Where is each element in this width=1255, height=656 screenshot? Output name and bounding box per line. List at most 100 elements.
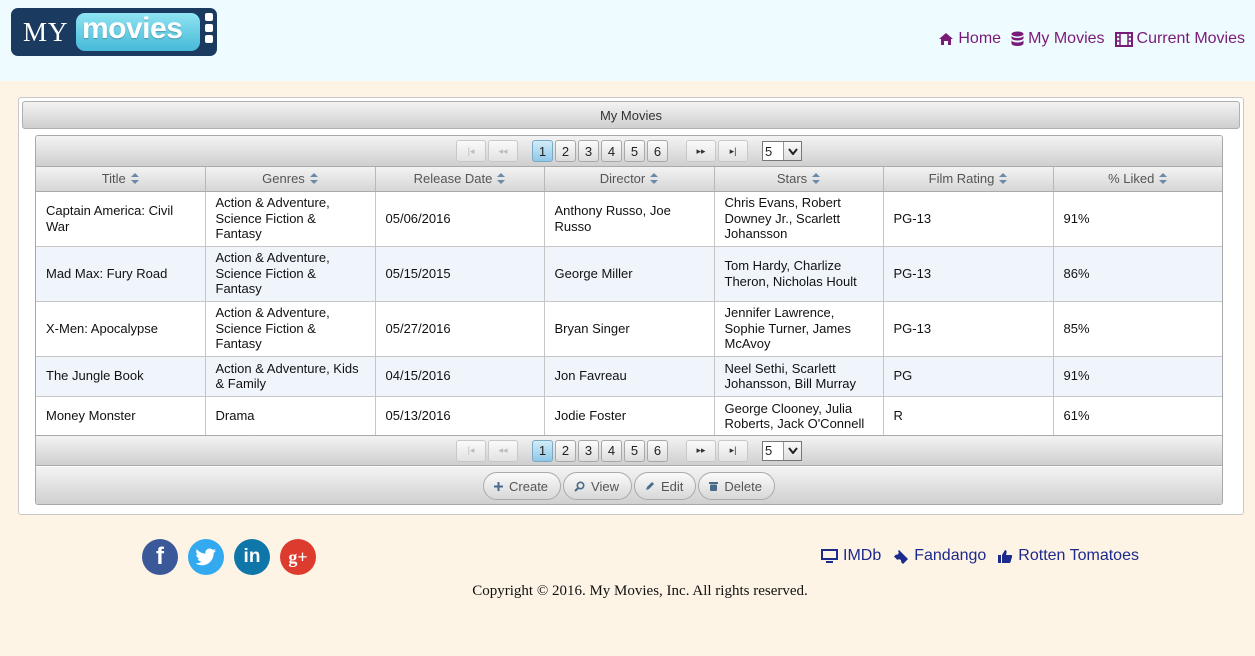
column-header-stars[interactable]: Stars: [714, 167, 884, 192]
page-button-1[interactable]: 1: [532, 140, 553, 162]
pencil-icon: [645, 481, 655, 491]
page-button-1[interactable]: 1: [532, 439, 553, 462]
footer-link-fandango[interactable]: Fandango: [893, 547, 986, 565]
movies-table: Title Genres Release Date Director Stars…: [36, 167, 1222, 437]
last-page-button[interactable]: ▸|: [718, 439, 748, 462]
delete-button[interactable]: Delete: [698, 472, 775, 500]
column-header-film-rating[interactable]: Film Rating: [883, 167, 1054, 192]
edit-button[interactable]: Edit: [634, 472, 697, 500]
footer-link-imdb-label: IMDb: [843, 547, 882, 564]
cell-title: The Jungle Book: [36, 356, 206, 397]
page-button-2[interactable]: 2: [555, 439, 576, 462]
sort-icon: [999, 172, 1008, 187]
action-toolbar: Create View Edit Delete: [36, 467, 1222, 504]
page-numbers: 1 2 3 4 5 6: [532, 439, 670, 462]
cell-director: Bryan Singer: [544, 301, 715, 357]
cell-genres: Drama: [205, 396, 376, 437]
cell-director: George Miller: [544, 246, 715, 302]
page-button-2[interactable]: 2: [555, 140, 576, 162]
table-row[interactable]: Mad Max: Fury Road Action & Adventure, S…: [36, 246, 1222, 302]
cell-genres: Action & Adventure, Science Fiction & Fa…: [205, 191, 376, 247]
next-page-button[interactable]: ▸▸: [686, 439, 716, 462]
create-label: Create: [509, 478, 549, 494]
cell-title: Mad Max: Fury Road: [36, 246, 206, 302]
footer-link-imdb[interactable]: IMDb: [821, 547, 881, 565]
nav-my-movies-label: My Movies: [1028, 30, 1105, 47]
next-page-button[interactable]: ▸▸: [686, 140, 716, 162]
cell-release-date: 05/06/2016: [375, 191, 545, 247]
pager-bottom: |◂ ◂◂ 1 2 3 4 5 6 ▸▸ ▸| 5: [36, 435, 1222, 466]
first-page-button[interactable]: |◂: [456, 140, 486, 162]
column-header-title[interactable]: Title: [36, 167, 206, 192]
chevron-down-icon: [783, 441, 801, 460]
nav-home[interactable]: Home: [938, 30, 1001, 48]
page-size-select[interactable]: 5: [762, 440, 802, 461]
create-button[interactable]: Create: [483, 472, 562, 500]
nav-current-movies[interactable]: Current Movies: [1114, 30, 1245, 48]
view-button[interactable]: View: [563, 472, 632, 500]
page-button-6[interactable]: 6: [647, 140, 668, 162]
cell-genres: Action & Adventure, Kids & Family: [205, 356, 376, 397]
sort-icon: [650, 172, 659, 187]
table-row[interactable]: The Jungle Book Action & Adventure, Kids…: [36, 356, 1222, 397]
cell-percent-liked: 86%: [1053, 246, 1222, 302]
cell-genres: Action & Adventure, Science Fiction & Fa…: [205, 246, 376, 302]
page-size-value: 5: [765, 443, 773, 458]
copyright: Copyright © 2016. My Movies, Inc. All ri…: [472, 583, 808, 599]
column-header-release-date[interactable]: Release Date: [375, 167, 545, 192]
table-row[interactable]: Captain America: Civil War Action & Adve…: [36, 191, 1222, 247]
page-size-select[interactable]: 5: [762, 141, 802, 161]
page-button-4[interactable]: 4: [601, 140, 622, 162]
chevron-down-icon: [783, 142, 801, 160]
prev-page-button[interactable]: ◂◂: [488, 439, 518, 462]
cell-stars: Neel Sethi, Scarlett Johansson, Bill Mur…: [714, 356, 884, 397]
page-button-5[interactable]: 5: [624, 140, 645, 162]
page-button-3[interactable]: 3: [578, 439, 599, 462]
prev-page-button[interactable]: ◂◂: [488, 140, 518, 162]
page-button-4[interactable]: 4: [601, 439, 622, 462]
cell-percent-liked: 91%: [1053, 356, 1222, 397]
page-button-6[interactable]: 6: [647, 439, 668, 462]
table-row[interactable]: X-Men: Apocalypse Action & Adventure, Sc…: [36, 301, 1222, 357]
movies-grid: |◂ ◂◂ 1 2 3 4 5 6 ▸▸ ▸| 5 Title Genres R…: [35, 135, 1223, 505]
plus-icon: [494, 481, 504, 491]
edit-label: Edit: [661, 478, 684, 494]
column-header-percent-liked[interactable]: % Liked: [1053, 167, 1222, 192]
my-movies-panel: My Movies |◂ ◂◂ 1 2 3 4 5 6 ▸▸ ▸| 5 Titl…: [18, 97, 1244, 515]
column-header-director[interactable]: Director: [544, 167, 715, 192]
table-header-row: Title Genres Release Date Director Stars…: [36, 167, 1222, 192]
column-header-genres[interactable]: Genres: [205, 167, 376, 192]
cell-stars: George Clooney, Julia Roberts, Jack O'Co…: [714, 396, 884, 437]
top-nav: Home My Movies Current Movies: [938, 30, 1245, 48]
page-numbers: 1 2 3 4 5 6: [532, 140, 670, 162]
sort-icon: [812, 172, 821, 187]
cell-release-date: 05/13/2016: [375, 396, 545, 437]
google-plus-icon[interactable]: g+: [280, 539, 316, 575]
cell-release-date: 05/27/2016: [375, 301, 545, 357]
cell-stars: Chris Evans, Robert Downey Jr., Scarlett…: [714, 191, 884, 247]
monitor-icon: [821, 549, 838, 563]
ticket-icon: [894, 549, 909, 564]
nav-my-movies[interactable]: My Movies: [1011, 30, 1105, 48]
twitter-icon[interactable]: [188, 539, 224, 575]
social-links: f in g+: [142, 539, 316, 575]
pager-top: |◂ ◂◂ 1 2 3 4 5 6 ▸▸ ▸| 5: [36, 136, 1222, 167]
search-icon: [574, 480, 585, 492]
logo[interactable]: MY movies: [11, 8, 217, 56]
linkedin-icon[interactable]: in: [234, 539, 270, 575]
footer-link-rotten-tomatoes[interactable]: Rotten Tomatoes: [998, 547, 1139, 565]
page-button-5[interactable]: 5: [624, 439, 645, 462]
table-row[interactable]: Money Monster Drama 05/13/2016 Jodie Fos…: [36, 396, 1222, 437]
page-button-3[interactable]: 3: [578, 140, 599, 162]
film-reel-icon: [205, 13, 213, 51]
cell-film-rating: PG-13: [883, 191, 1054, 247]
facebook-icon[interactable]: f: [142, 539, 178, 575]
last-page-button[interactable]: ▸|: [718, 140, 748, 162]
home-icon: [939, 33, 954, 45]
footer-link-fandango-label: Fandango: [914, 547, 987, 564]
sort-icon: [130, 172, 139, 187]
first-page-button[interactable]: |◂: [456, 439, 486, 462]
cell-film-rating: R: [883, 396, 1054, 437]
cell-stars: Jennifer Lawrence, Sophie Turner, James …: [714, 301, 884, 357]
cell-title: X-Men: Apocalypse: [36, 301, 206, 357]
